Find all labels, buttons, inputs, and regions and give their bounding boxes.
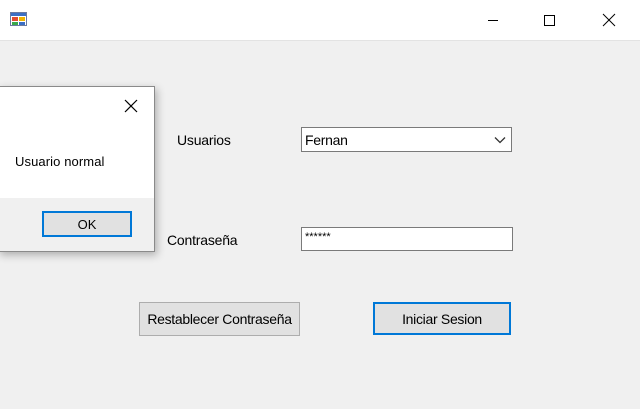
message-box-close-button[interactable] [120, 95, 142, 117]
reset-password-button[interactable]: Restablecer Contraseña [139, 302, 300, 336]
maximize-icon [544, 15, 555, 26]
ok-button[interactable]: OK [42, 211, 132, 237]
close-icon [124, 99, 138, 113]
password-field-value: ****** [305, 231, 331, 243]
login-button[interactable]: Iniciar Sesion [373, 302, 511, 335]
user-label: Usuarios [177, 132, 231, 148]
app-icon [10, 12, 27, 26]
minimize-button[interactable] [470, 0, 516, 40]
chevron-down-icon[interactable] [490, 130, 509, 149]
close-icon [602, 13, 616, 27]
message-box-text: Usuario normal [15, 154, 105, 169]
password-label: Contraseña [167, 232, 238, 248]
user-combobox-value: Fernan [305, 132, 348, 148]
maximize-button[interactable] [526, 0, 572, 40]
minimize-icon [488, 20, 498, 21]
title-bar [0, 0, 640, 41]
message-box: Usuario normal OK [0, 86, 155, 252]
password-field[interactable]: ****** [301, 227, 513, 251]
user-combobox[interactable]: Fernan [301, 127, 512, 152]
close-button[interactable] [586, 0, 632, 40]
